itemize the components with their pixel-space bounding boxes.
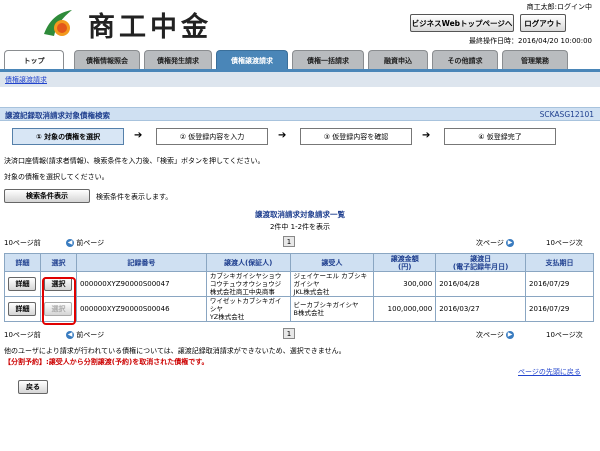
step-arrow-icon: ➔ [134,130,143,141]
prev-arrow-icon: ◀ [66,331,74,339]
col-due-date: 支払期日 [525,253,594,272]
select-column-highlight [42,277,76,325]
page-number[interactable]: 1 [283,236,295,247]
record-no: 000000XYZ90000S00047 [75,271,207,297]
logo-mark-icon [40,6,76,42]
header: 商工中金 商工太郎:ログイン中 ビジネスWebトップページへ ログアウト 最終操… [0,0,600,47]
detail-button[interactable]: 詳細 [8,277,37,291]
record-no: 000000XYZ90000S00046 [75,296,207,322]
subnav-link-claim-transfer[interactable]: 債権譲渡請求 [5,75,47,85]
detail-cell: 詳細 [4,271,41,297]
transferor: カブシキガイシヤショウコウチュウオウショウジ 株式会社商工中央商事 [205,271,291,297]
step-arrow-icon: ➔ [422,130,431,141]
tab-claim-issue[interactable]: 債権発生請求 [144,50,212,70]
prev-page-label: 前ページ [76,239,105,247]
instruction-line-1: 決済口座情報(請求者情報)、検索条件を入力後、「検索」ボタンを押してください。 [4,157,265,165]
due-date: 2016/07/29 [525,271,594,297]
tab-claim-inquiry[interactable]: 債権情報照会 [74,50,140,70]
page-title: 譲渡記録取消請求対象債権検索 [5,111,110,120]
col-transfer-date: 譲渡日 (電子記録年月日) [435,253,527,272]
logo: 商工中金 [40,4,220,44]
transfer-date: 2016/04/28 [435,271,527,297]
page-top-link[interactable]: ページの先頭に戻る [518,367,581,377]
list-count: 2件中 1-2件を表示 [269,223,331,231]
step-arrow-icon: ➔ [278,130,287,141]
table-row: 詳細 選択 000000XYZ90000S00047 カブシキガイシヤショウコウ… [4,271,594,297]
page-top-label: ページの先頭に戻る [518,368,581,376]
last-operation-time: 最終操作日時：2016/04/20 10:00:00 [468,37,592,45]
next-10-pages: 10ページ次 [546,239,583,247]
transferee-name: JKL株式会社 [293,288,330,296]
prev-page-link[interactable]: ◀ 前ページ [66,238,104,248]
list-title: 譲渡取消請求対象請求一覧 [255,210,345,219]
next-10-pages-bottom: 10ページ次 [546,331,583,339]
transferee: ビーカブシキガイシヤ B株式会社 [289,296,375,322]
step-1: ① 対象の債権を選択 [12,128,124,145]
note-split-reservation: 【分割予約】:譲受人から分割譲渡(予約)を取消された債権です。 [4,358,209,366]
transferor-kana: ワイゼットカブシキガイシヤ [209,297,282,313]
detail-cell: 詳細 [4,296,41,322]
screen-code: SCKASG12101 [539,110,594,119]
next-page-link[interactable]: 次ページ ▶ [476,238,515,248]
tab-management[interactable]: 管理業務 [502,50,568,70]
col-detail: 詳細 [4,253,41,272]
transferee-kana: ビーカブシキガイシヤ [293,301,359,309]
amount: 100,000,000 [373,296,437,322]
next-page-label: 次ページ [476,239,504,247]
tab-bulk-request[interactable]: 債権一括請求 [292,50,364,70]
instruction-line-2: 対象の債権を選択してください。 [4,173,109,181]
table-header-row: 詳細 選択 記録番号 譲渡人(保証人) 譲受人 譲渡金額 (円) 譲渡日 (電子記録… [4,253,594,272]
page-number-bottom[interactable]: 1 [283,328,295,339]
col-select: 選択 [39,253,77,272]
claims-table: 詳細 選択 記録番号 譲渡人(保証人) 譲受人 譲渡金額 (円) 譲渡日 (電子記録… [4,253,594,322]
col-record-no: 記録番号 [75,253,207,272]
prev-10-pages: 10ページ前 [4,239,41,247]
next-page-label: 次ページ [476,331,504,339]
main-tabs: トップ 債権情報照会 債権発生請求 債権譲渡請求 債権一括請求 融資申込 その他… [0,50,600,70]
detail-button[interactable]: 詳細 [8,302,37,316]
next-arrow-icon: ▶ [506,331,515,339]
col-transferee: 譲受人 [289,253,375,272]
amount: 300,000 [373,271,437,297]
step-3: ③ 仮登録内容を確認 [300,128,412,145]
prev-10-pages-bottom: 10ページ前 [4,331,41,339]
transferee: ジェイケーエル カブシキガイシヤ JKL株式会社 [289,271,375,297]
step-4: ④ 仮登録完了 [444,128,556,145]
due-date: 2016/07/29 [525,296,594,322]
search-conditions-note: 検索条件を表示します。 [96,193,173,201]
col-amount: 譲渡金額 (円) [373,253,437,272]
user-status: 商工太郎:ログイン中 [526,3,592,11]
next-arrow-icon: ▶ [506,239,515,247]
table-row: 詳細 選択 000000XYZ90000S00046 ワイゼットカブシキガイシヤ… [4,296,594,322]
back-button[interactable]: 戻る [18,380,48,394]
transferor-name: 株式会社商工中央商事 [209,288,275,296]
tab-financing[interactable]: 融資申込 [368,50,428,70]
transferee-name: B株式会社 [293,309,325,317]
subnav: 債権譲渡請求 [0,72,600,87]
col-transferor: 譲渡人(保証人) [205,253,291,272]
note-locked-claims: 他のユーザにより請求が行われている債権については、譲渡記録取消請求ができないため… [4,347,346,355]
top-page-button[interactable]: ビジネスWebトップページへ [410,14,514,32]
prev-page-label: 前ページ [76,331,105,339]
step-2: ② 仮登録内容を入力 [156,128,268,145]
show-search-conditions-button[interactable]: 検索条件表示 [4,189,90,203]
tab-claim-transfer[interactable]: 債権譲渡請求 [216,50,288,70]
tab-other-requests[interactable]: その他請求 [432,50,498,70]
transferor-name: YZ株式会社 [209,313,245,321]
logo-text: 商工中金 [88,11,212,43]
next-page-link-bottom[interactable]: 次ページ ▶ [476,330,515,340]
transferor-kana: カブシキガイシヤショウコウチュウオウショウジ [209,272,282,288]
transferee-kana: ジェイケーエル カブシキガイシヤ [293,272,368,288]
prev-arrow-icon: ◀ [66,239,74,247]
transferor: ワイゼットカブシキガイシヤ YZ株式会社 [205,296,291,322]
logout-button[interactable]: ログアウト [520,14,566,32]
prev-page-link-bottom[interactable]: ◀ 前ページ [66,330,104,340]
page-title-bar: 譲渡記録取消請求対象債権検索 SCKASG12101 [0,107,600,121]
transfer-date: 2016/03/27 [435,296,527,322]
tab-top[interactable]: トップ [4,50,64,70]
